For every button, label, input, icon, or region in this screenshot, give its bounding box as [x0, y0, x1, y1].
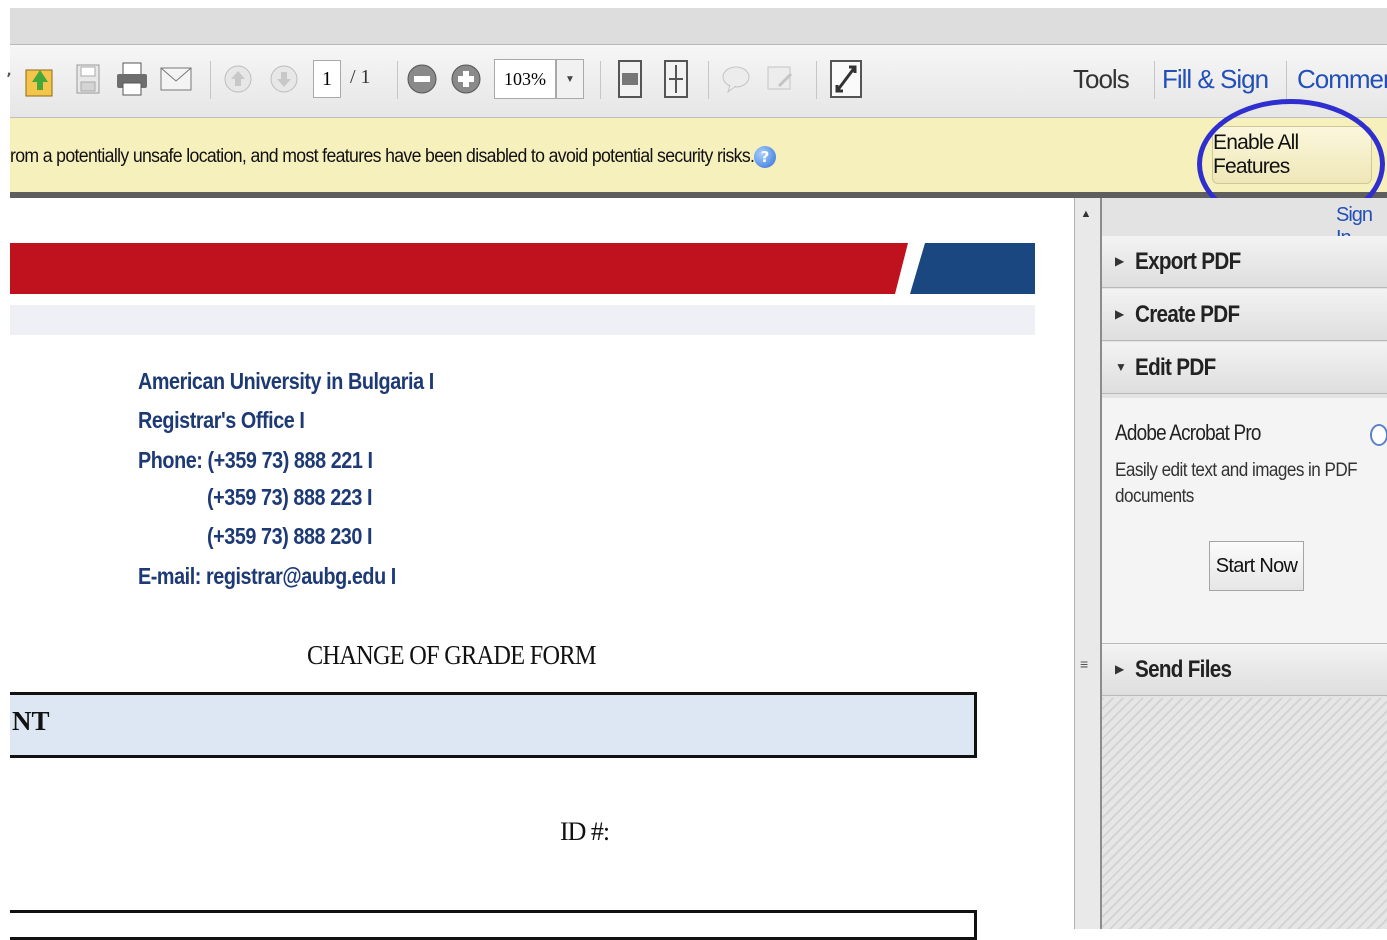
header-grey-band — [10, 305, 1035, 335]
contact-university: American University in Bulgaria I — [138, 368, 434, 394]
pane-empty-area — [1102, 698, 1387, 929]
create-pdf-section[interactable]: ▶ Create PDF — [1102, 289, 1387, 341]
edit-pdf-section[interactable]: ▼ Edit PDF — [1102, 342, 1387, 394]
contact-email: E-mail: registrar@aubg.edu I — [138, 563, 396, 589]
next-section-box — [10, 910, 977, 940]
contact-phone-2: (+359 73) 888 223 I — [207, 484, 373, 510]
zoom-in-icon[interactable] — [448, 59, 484, 99]
contact-phone-3: (+359 73) 888 230 I — [207, 523, 373, 549]
print-icon[interactable] — [114, 59, 150, 99]
chevron-down-icon: ▼ — [565, 73, 575, 85]
fullscreen-icon[interactable] — [828, 59, 864, 99]
student-section-header — [10, 692, 977, 758]
export-pdf-label: Export PDF — [1135, 248, 1241, 275]
acrobat-info-icon[interactable] — [1370, 424, 1387, 446]
pane-resize-grip-icon[interactable]: ≡ — [1080, 656, 1094, 680]
comment-link[interactable]: Comment — [1297, 64, 1387, 95]
acrobat-pro-description: Easily edit text and images in PDF docum… — [1115, 460, 1358, 507]
save-icon[interactable] — [70, 59, 106, 99]
chevron-right-icon: ▶ — [1115, 662, 1125, 676]
zoom-dropdown-button[interactable]: ▼ — [556, 59, 584, 99]
export-pdf-section[interactable]: ▶ Export PDF — [1102, 236, 1387, 288]
fit-width-icon[interactable] — [658, 59, 694, 99]
open-file-icon[interactable] — [22, 59, 58, 99]
help-icon[interactable]: ? — [754, 146, 776, 168]
create-pdf-label: Create PDF — [1135, 301, 1240, 328]
sticky-note-icon[interactable] — [762, 59, 798, 99]
fill-sign-link[interactable]: Fill & Sign — [1162, 64, 1269, 95]
comment-bubble-icon[interactable] — [718, 59, 754, 99]
send-files-section[interactable]: ▶ Send Files — [1102, 644, 1387, 696]
window-top-strip — [10, 8, 1387, 45]
email-icon[interactable] — [158, 59, 194, 99]
scroll-up-arrow-icon[interactable]: ▲ — [1077, 204, 1095, 224]
start-now-button[interactable]: Start Now — [1209, 541, 1304, 591]
contact-office: Registrar's Office I — [138, 407, 305, 433]
zoom-level-input[interactable]: 103% — [494, 59, 556, 99]
student-section-label: NT — [12, 706, 50, 736]
fit-page-icon[interactable] — [612, 59, 648, 99]
tools-link[interactable]: Tools — [1073, 64, 1130, 95]
chevron-down-icon: ▼ — [1115, 360, 1127, 374]
security-warning-text: rom a potentially unsafe location, and m… — [10, 146, 755, 167]
id-field-label: ID #: — [560, 817, 610, 846]
contact-phone-1: Phone: (+359 73) 888 221 I — [138, 447, 373, 473]
page-total-label: / 1 — [350, 66, 371, 88]
vertical-scrollbar[interactable] — [1074, 198, 1100, 929]
edit-pdf-label: Edit PDF — [1135, 354, 1216, 381]
chevron-right-icon: ▶ — [1115, 254, 1125, 268]
page-number-input[interactable]: 1 — [313, 60, 341, 98]
page-up-icon[interactable] — [220, 59, 256, 99]
send-files-label: Send Files — [1135, 656, 1232, 683]
acrobat-pro-title: Adobe Acrobat Pro — [1115, 420, 1261, 445]
chevron-right-icon: ▶ — [1115, 307, 1125, 321]
form-title: CHANGE OF GRADE FORM — [307, 640, 596, 670]
overflow-icon: ʼ — [6, 71, 12, 87]
page-down-icon[interactable] — [266, 59, 302, 99]
zoom-out-icon[interactable] — [404, 59, 440, 99]
header-color-band — [10, 243, 1035, 294]
